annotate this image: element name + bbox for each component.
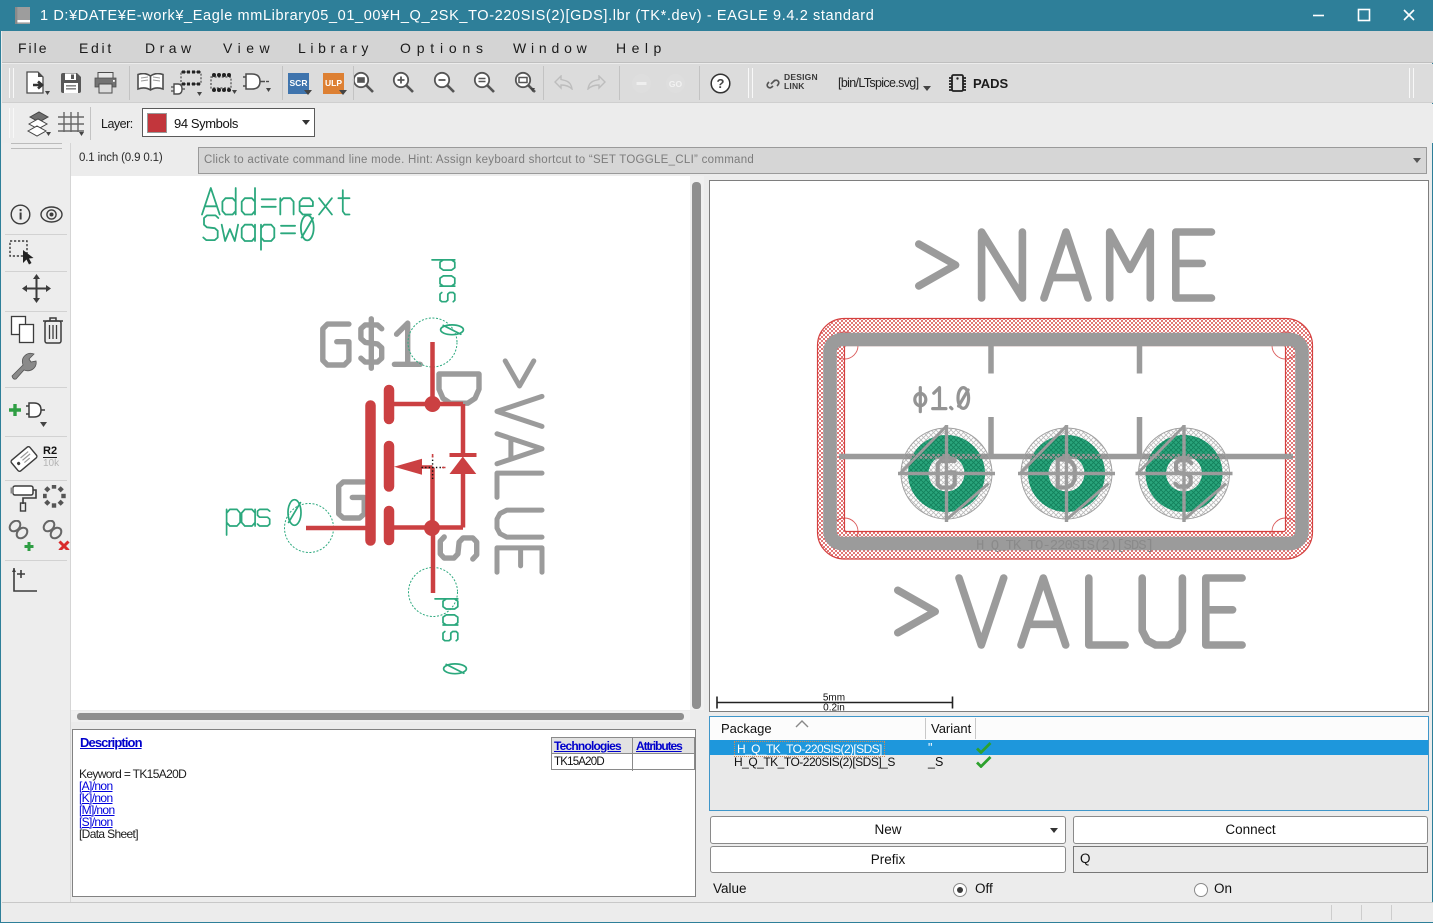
svg-text:GO: GO <box>669 79 683 89</box>
svg-text:0.2in: 0.2in <box>823 703 845 713</box>
svg-text:?: ? <box>717 76 725 91</box>
svg-text:H_Q_TK_TO-220SIS(2)[SDS]: H_Q_TK_TO-220SIS(2)[SDS] <box>976 538 1154 554</box>
